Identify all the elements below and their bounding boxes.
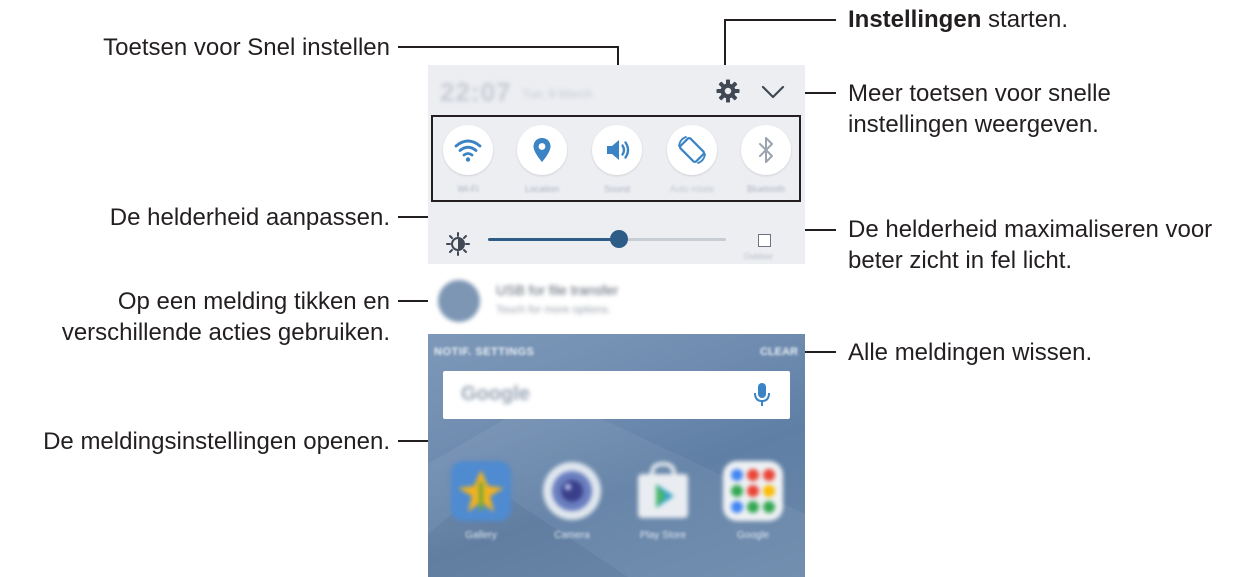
- google-apps-icon[interactable]: [722, 460, 784, 522]
- status-bar: 22:07 Tue, 8 March: [428, 65, 805, 117]
- callout-quick-settings: Toetsen voor Snel instellen: [103, 34, 390, 61]
- callout-maximize-line2: beter zicht in fel licht.: [848, 247, 1073, 274]
- callout-tap-notification-line1: Op een melding tikken en: [117, 288, 390, 315]
- app-label: Gallery: [465, 530, 497, 541]
- home-screen: NOTIF. SETTINGS CLEAR Google Gallery Cam…: [428, 334, 805, 577]
- leader-tap-notification: [398, 300, 430, 302]
- outdoor-mode-label: Outdoor: [744, 252, 773, 261]
- notification-title: USB for file transfer: [496, 282, 619, 298]
- chevron-down-icon[interactable]: [760, 80, 786, 102]
- callout-tap-notification: Op een melding tikken en verschillende a…: [62, 286, 390, 348]
- leader-quick-settings-h: [398, 46, 619, 48]
- gallery-icon[interactable]: [450, 460, 512, 522]
- status-date: Tue, 8 March: [522, 87, 593, 101]
- gear-icon[interactable]: [715, 78, 741, 104]
- brightness-slider[interactable]: [488, 238, 726, 241]
- notification-subtitle: Touch for more options.: [496, 304, 611, 316]
- brightness-slider-thumb[interactable]: [609, 230, 628, 248]
- leader-clear-all: [805, 351, 836, 353]
- callout-notification-settings: De meldingsinstellingen openen.: [43, 428, 390, 455]
- callout-maximize: De helderheid maximaliseren voor beter z…: [848, 214, 1212, 276]
- brightness-slider-fill: [488, 238, 619, 241]
- callout-brightness: De helderheid aanpassen.: [109, 204, 390, 231]
- callout-settings-bold: Instellingen: [848, 6, 982, 33]
- callout-more-buttons-line1: Meer toetsen voor snelle: [848, 80, 1111, 107]
- brightness-icon: [446, 232, 470, 256]
- outdoor-mode-checkbox[interactable]: [758, 234, 771, 247]
- callout-more-buttons: Meer toetsen voor snelle instellingen we…: [848, 78, 1111, 140]
- camera-icon[interactable]: [541, 460, 603, 522]
- quick-settings-highlight: [431, 115, 801, 202]
- leader-settings-h: [724, 19, 836, 21]
- status-clock: 22:07: [440, 77, 512, 107]
- notification-card[interactable]: USB for file transfer Touch for more opt…: [428, 264, 805, 334]
- app-label: Play Store: [639, 530, 687, 541]
- play-store-icon[interactable]: [632, 460, 694, 522]
- callout-maximize-line1: De helderheid maximaliseren voor: [848, 216, 1213, 243]
- callout-tap-notification-line2: verschillende acties gebruiken.: [61, 319, 390, 346]
- callout-clear-all: Alle meldingen wissen.: [848, 339, 1093, 366]
- callout-settings: Instellingen starten.: [848, 4, 1068, 35]
- app-label: Camera: [554, 530, 590, 541]
- callout-settings-rest: starten.: [981, 6, 1069, 33]
- usb-icon: [438, 280, 480, 322]
- brightness-row: Outdoor: [428, 224, 805, 264]
- callout-more-buttons-line2: instellingen weergeven.: [848, 111, 1099, 138]
- app-label: Google: [736, 530, 770, 541]
